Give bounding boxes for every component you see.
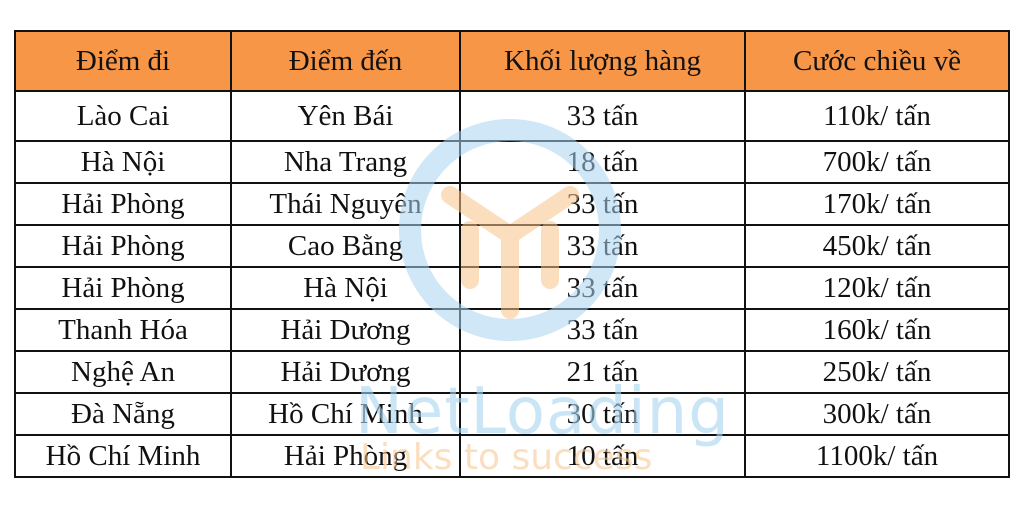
table-row: Hải Phòng Thái Nguyên 33 tấn 170k/ tấn	[14, 182, 1010, 226]
cell-weight: 30 tấn	[459, 392, 746, 436]
table-row: Đà Nẵng Hồ Chí Minh 30 tấn 300k/ tấn	[14, 392, 1010, 436]
cell-destination: Yên Bái	[230, 90, 461, 142]
cell-return-rate: 160k/ tấn	[744, 308, 1010, 352]
table-row: Lào Cai Yên Bái 33 tấn 110k/ tấn	[14, 90, 1010, 142]
cell-destination: Hải Dương	[230, 308, 461, 352]
cell-return-rate: 300k/ tấn	[744, 392, 1010, 436]
header-weight: Khối lượng hàng	[459, 30, 746, 92]
cell-weight: 33 tấn	[459, 90, 746, 142]
cell-weight: 33 tấn	[459, 224, 746, 268]
cell-return-rate: 120k/ tấn	[744, 266, 1010, 310]
cell-origin: Hà Nội	[14, 140, 232, 184]
cell-origin: Đà Nẵng	[14, 392, 232, 436]
cell-destination: Hà Nội	[230, 266, 461, 310]
header-row: Điểm đi Điểm đến Khối lượng hàng Cước ch…	[14, 30, 1010, 92]
cell-destination: Hải Phòng	[230, 434, 461, 478]
cell-return-rate: 170k/ tấn	[744, 182, 1010, 226]
cell-origin: Lào Cai	[14, 90, 232, 142]
cell-weight: 33 tấn	[459, 308, 746, 352]
cell-return-rate: 110k/ tấn	[744, 90, 1010, 142]
cell-destination: Cao Bằng	[230, 224, 461, 268]
cell-origin: Hải Phòng	[14, 224, 232, 268]
cell-destination: Nha Trang	[230, 140, 461, 184]
table-row: Thanh Hóa Hải Dương 33 tấn 160k/ tấn	[14, 308, 1010, 352]
cell-return-rate: 700k/ tấn	[744, 140, 1010, 184]
table-row: Nghệ An Hải Dương 21 tấn 250k/ tấn	[14, 350, 1010, 394]
cell-destination: Hồ Chí Minh	[230, 392, 461, 436]
cell-origin: Nghệ An	[14, 350, 232, 394]
cell-return-rate: 1100k/ tấn	[744, 434, 1010, 478]
table-row: Hải Phòng Hà Nội 33 tấn 120k/ tấn	[14, 266, 1010, 310]
cell-origin: Thanh Hóa	[14, 308, 232, 352]
header-destination: Điểm đến	[230, 30, 461, 92]
freight-table: Điểm đi Điểm đến Khối lượng hàng Cước ch…	[14, 30, 1010, 478]
cell-origin: Hồ Chí Minh	[14, 434, 232, 478]
cell-origin: Hải Phòng	[14, 182, 232, 226]
cell-weight: 21 tấn	[459, 350, 746, 394]
cell-weight: 33 tấn	[459, 266, 746, 310]
cell-return-rate: 450k/ tấn	[744, 224, 1010, 268]
cell-weight: 10 tấn	[459, 434, 746, 478]
cell-weight: 18 tấn	[459, 140, 746, 184]
header-return-rate: Cước chiều về	[744, 30, 1010, 92]
table-row: Hải Phòng Cao Bằng 33 tấn 450k/ tấn	[14, 224, 1010, 268]
header-origin: Điểm đi	[14, 30, 232, 92]
cell-destination: Hải Dương	[230, 350, 461, 394]
table-row: Hà Nội Nha Trang 18 tấn 700k/ tấn	[14, 140, 1010, 184]
table-row: Hồ Chí Minh Hải Phòng 10 tấn 1100k/ tấn	[14, 434, 1010, 478]
cell-return-rate: 250k/ tấn	[744, 350, 1010, 394]
cell-origin: Hải Phòng	[14, 266, 232, 310]
cell-destination: Thái Nguyên	[230, 182, 461, 226]
cell-weight: 33 tấn	[459, 182, 746, 226]
